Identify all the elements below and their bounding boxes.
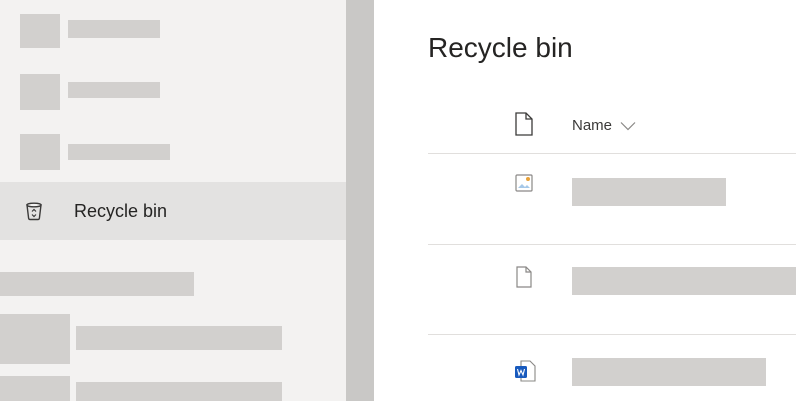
sidebar-item-placeholder-2-label bbox=[68, 82, 160, 98]
sidebar-section-placeholder bbox=[0, 272, 194, 296]
sidebar-item-label: Recycle bin bbox=[74, 201, 168, 221]
generic-file-icon bbox=[514, 266, 534, 293]
sidebar-item-placeholder-5-icon[interactable] bbox=[0, 376, 70, 401]
sidebar-item-placeholder-1-label bbox=[68, 20, 160, 38]
sidebar-item-placeholder-5-label bbox=[76, 382, 282, 401]
column-header-name[interactable]: Name bbox=[572, 117, 636, 135]
sidebar-item-placeholder-3-icon[interactable] bbox=[20, 134, 60, 170]
sidebar-item-placeholder-3-label bbox=[68, 144, 170, 160]
sidebar-item-placeholder-4-icon[interactable] bbox=[0, 314, 70, 364]
file-name-placeholder bbox=[572, 178, 726, 206]
chevron-down-icon bbox=[620, 118, 636, 135]
table-divider bbox=[428, 244, 796, 245]
column-header-label: Name bbox=[572, 117, 613, 134]
file-name-placeholder bbox=[572, 267, 796, 295]
image-file-icon bbox=[514, 173, 534, 198]
sidebar: Recycle bin bbox=[0, 0, 346, 401]
main-content: Recycle bin Name bbox=[374, 0, 796, 401]
sidebar-item-recycle-bin[interactable]: Recycle bin bbox=[0, 182, 346, 240]
sidebar-item-placeholder-1-icon[interactable] bbox=[20, 14, 60, 48]
file-name-placeholder bbox=[572, 358, 766, 386]
file-type-icon[interactable] bbox=[514, 112, 534, 141]
table-divider bbox=[428, 153, 796, 154]
sidebar-divider[interactable] bbox=[346, 0, 374, 401]
page-title: Recycle bin bbox=[428, 32, 573, 63]
sidebar-item-placeholder-2-icon[interactable] bbox=[20, 74, 60, 110]
sidebar-item-placeholder-4-label bbox=[76, 326, 282, 350]
word-file-icon bbox=[514, 360, 536, 387]
recycle-bin-icon bbox=[24, 201, 44, 221]
table-divider bbox=[428, 334, 796, 335]
